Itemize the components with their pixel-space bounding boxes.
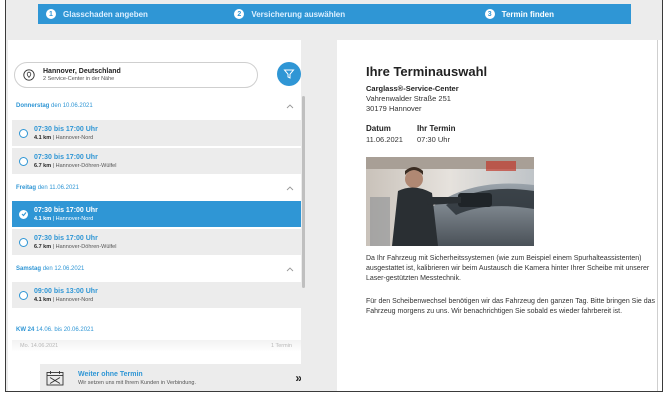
date-value: 11.06.2021 bbox=[366, 135, 403, 144]
time-value: 07:30 Uhr bbox=[417, 135, 450, 144]
day-name: Samstag bbox=[16, 266, 42, 272]
filter-icon bbox=[283, 69, 295, 79]
day-header-friday[interactable]: Freitag den 11.06.2021 bbox=[16, 182, 294, 194]
slot-time: 09:00 bis 13:00 Uhr bbox=[34, 287, 98, 295]
slot-time: 07:30 bis 17:00 Uhr bbox=[34, 206, 98, 214]
slot-center: | Hannover-Nord bbox=[52, 134, 94, 141]
radio-button[interactable] bbox=[19, 290, 28, 300]
faded-count: 1 Termin bbox=[271, 343, 292, 349]
technician-photo bbox=[366, 157, 534, 246]
slot-distance: 4.1 km bbox=[34, 134, 52, 141]
slot-time: 07:30 bis 17:00 Uhr bbox=[34, 125, 98, 133]
day-date: den 12.06.2021 bbox=[42, 266, 85, 272]
date-label: Datum bbox=[366, 124, 391, 133]
time-slot-selected[interactable]: 07:30 bis 17:00 Uhr 4.1 km | Hannover-No… bbox=[12, 201, 301, 228]
step-3-number: 3 bbox=[484, 9, 495, 19]
faded-day-row[interactable]: Mo. 14.06.2021 1 Termin bbox=[12, 340, 301, 352]
week-header[interactable]: KW 24 14.06. bis 20.06.2021 bbox=[16, 327, 94, 333]
faded-day: Mo. 14.06.2021 bbox=[20, 343, 59, 349]
service-center-street: Vahrenwalder Straße 251 bbox=[366, 94, 451, 103]
slot-center: | Hannover-Döhren-Wülfel bbox=[52, 243, 117, 250]
filter-button[interactable] bbox=[277, 62, 301, 86]
radio-button[interactable] bbox=[19, 128, 28, 138]
time-slot[interactable]: 07:30 bis 17:00 Uhr 6.7 km | Hannover-Dö… bbox=[12, 148, 301, 175]
time-slot[interactable]: 09:00 bis 13:00 Uhr 4.1 km | Hannover-No… bbox=[12, 282, 301, 309]
day-date: den 11.06.2021 bbox=[37, 185, 79, 191]
step-3-label: Termin finden bbox=[501, 9, 554, 19]
day-header-saturday[interactable]: Samstag den 12.06.2021 bbox=[16, 263, 294, 275]
step-1-label: Glasschaden angeben bbox=[63, 9, 148, 19]
week-range: 14.06. bis 20.06.2021 bbox=[36, 327, 94, 333]
slot-location: 6.7 km | Hannover-Döhren-Wülfel bbox=[34, 243, 116, 251]
time-label: Ihr Termin bbox=[417, 124, 456, 133]
app-frame: 1 Glasschaden angeben 2 Versicherung aus… bbox=[5, 0, 663, 392]
time-slot[interactable]: 07:30 bis 17:00 Uhr 4.1 km | Hannover-No… bbox=[12, 120, 301, 147]
chevron-up-icon bbox=[286, 104, 294, 109]
slot-distance: 6.7 km bbox=[34, 162, 52, 169]
vehicle-info-text: Für den Scheibenwechsel benötigen wir da… bbox=[366, 298, 656, 315]
panel-divider bbox=[657, 40, 658, 391]
slot-location: 6.7 km | Hannover-Döhren-Wülfel bbox=[34, 162, 116, 170]
continue-subtitle: Wir setzen uns mit Ihrem Kunden in Verbi… bbox=[78, 379, 197, 386]
slot-center: | Hannover-Döhren-Wülfel bbox=[52, 162, 117, 169]
day-header-thursday[interactable]: Donnerstag den 10.06.2021 bbox=[16, 100, 294, 112]
day-date: den 10.06.2021 bbox=[51, 103, 93, 109]
scrollbar[interactable] bbox=[302, 96, 305, 288]
slot-center: | Hannover-Nord bbox=[52, 296, 94, 303]
chevron-up-icon bbox=[286, 267, 294, 272]
slot-time: 07:30 bis 17:00 Uhr bbox=[34, 153, 98, 161]
location-field[interactable]: Hannover, Deutschland 2 Service-Center i… bbox=[14, 62, 258, 88]
appointment-list-panel: Hannover, Deutschland 2 Service-Center i… bbox=[8, 40, 301, 391]
calendar-cancel-icon bbox=[46, 371, 64, 386]
step-3[interactable]: 3 Termin finden bbox=[380, 4, 631, 24]
summary-title: Ihre Terminauswahl bbox=[366, 64, 488, 79]
slot-distance: 4.1 km bbox=[34, 215, 52, 222]
step-2[interactable]: 2 Versicherung auswählen bbox=[192, 4, 380, 24]
slot-center: | Hannover-Nord bbox=[52, 215, 94, 222]
checkmark-icon bbox=[21, 212, 26, 217]
continue-without-appointment-button[interactable]: Weiter ohne Termin Wir setzen uns mit Ih… bbox=[40, 364, 301, 391]
calibration-info-text: Da Ihr Fahrzeug mit Sicherheitssystemen … bbox=[366, 255, 650, 282]
slot-location: 4.1 km | Hannover-Nord bbox=[34, 215, 98, 223]
location-title: Hannover, Deutschland bbox=[43, 67, 121, 75]
slot-location: 4.1 km | Hannover-Nord bbox=[34, 296, 98, 304]
radio-button[interactable] bbox=[19, 237, 28, 247]
location-pin-icon bbox=[23, 69, 35, 81]
day-name: Freitag bbox=[16, 185, 37, 191]
continue-title: Weiter ohne Termin bbox=[78, 370, 143, 378]
radio-button-checked[interactable] bbox=[19, 209, 28, 219]
slot-location: 4.1 km | Hannover-Nord bbox=[34, 134, 98, 142]
service-center-name: Carglass®-Service-Center bbox=[366, 84, 459, 93]
step-2-number: 2 bbox=[234, 9, 245, 19]
time-slot[interactable]: 07:30 bis 17:00 Uhr 6.7 km | Hannover-Dö… bbox=[12, 229, 301, 256]
location-subtitle: 2 Service-Center in der Nähe bbox=[43, 75, 115, 82]
day-name: Donnerstag bbox=[16, 103, 50, 109]
double-chevron-right-icon: » bbox=[295, 371, 301, 385]
step-1-number: 1 bbox=[46, 9, 56, 19]
chevron-up-icon bbox=[286, 186, 294, 191]
appointment-summary-panel: Ihre Terminauswahl Carglass®-Service-Cen… bbox=[337, 40, 662, 391]
service-center-city: 30179 Hannover bbox=[366, 104, 422, 113]
slot-distance: 4.1 km bbox=[34, 296, 52, 303]
slot-distance: 6.7 km bbox=[34, 243, 52, 250]
step-2-label: Versicherung auswählen bbox=[251, 9, 346, 19]
progress-steps: 1 Glasschaden angeben 2 Versicherung aus… bbox=[38, 4, 631, 24]
slot-time: 07:30 bis 17:00 Uhr bbox=[34, 234, 98, 242]
step-1[interactable]: 1 Glasschaden angeben bbox=[38, 4, 192, 24]
week-label: KW 24 bbox=[16, 327, 35, 333]
radio-button[interactable] bbox=[19, 156, 28, 166]
